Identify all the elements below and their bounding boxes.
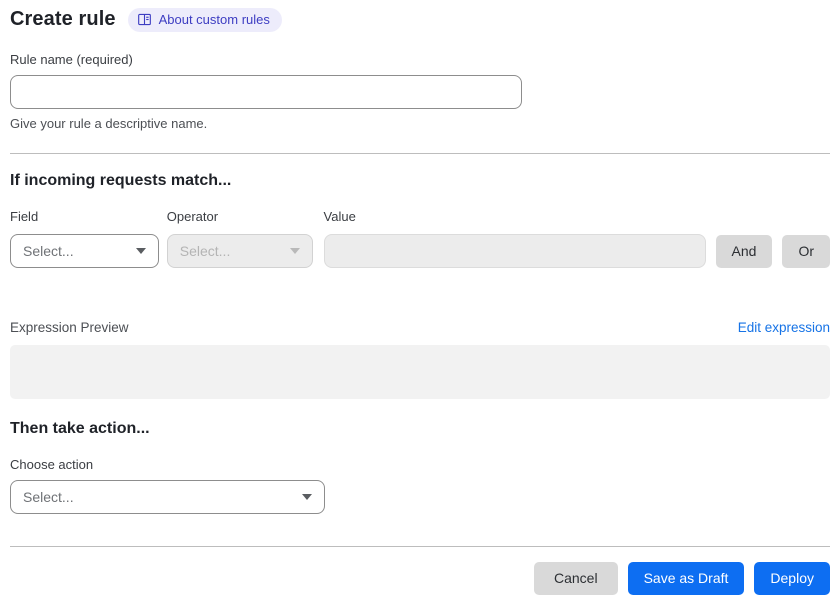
field-select-value: Select...: [23, 242, 74, 259]
footer-actions: Cancel Save as Draft Deploy: [10, 561, 830, 595]
page-title: Create rule: [10, 8, 116, 31]
section-divider: [10, 152, 830, 154]
expression-preview-label: Expression Preview: [10, 319, 129, 335]
choose-action-select[interactable]: Select...: [10, 479, 325, 514]
create-rule-page: Create rule About custom rules Rule name…: [0, 0, 839, 597]
value-group: Value: [323, 208, 706, 268]
expression-preview-box: [10, 344, 830, 399]
cancel-button[interactable]: Cancel: [533, 561, 618, 595]
value-label: Value: [323, 208, 356, 224]
condition-row: Field Select... Operator Select... Value…: [10, 209, 830, 268]
deploy-button[interactable]: Deploy: [754, 561, 830, 595]
about-badge-label: About custom rules: [158, 12, 270, 27]
operator-select-value: Select...: [179, 242, 231, 259]
edit-expression-link[interactable]: Edit expression: [738, 320, 830, 335]
field-select[interactable]: Select...: [10, 233, 159, 268]
operator-label: Operator: [166, 208, 219, 224]
choose-action-value: Select...: [23, 488, 74, 505]
about-custom-rules-link[interactable]: About custom rules: [127, 8, 282, 32]
rule-name-input[interactable]: [10, 74, 522, 109]
save-as-draft-button[interactable]: Save as Draft: [627, 561, 745, 595]
operator-group: Operator Select...: [166, 208, 313, 268]
field-label: Field: [10, 208, 39, 224]
rule-name-helper: Give your rule a descriptive name.: [10, 115, 208, 131]
rule-name-label: Rule name (required): [10, 51, 133, 67]
book-icon: [137, 12, 152, 27]
match-section-heading: If incoming requests match...: [10, 171, 232, 189]
or-button[interactable]: Or: [782, 234, 830, 268]
page-header: Create rule About custom rules: [10, 8, 830, 32]
and-button[interactable]: And: [715, 234, 773, 268]
chevron-down-icon: [289, 247, 300, 254]
footer-divider: [10, 545, 830, 547]
choose-action-label: Choose action: [10, 456, 94, 472]
value-input[interactable]: [323, 233, 706, 268]
chevron-down-icon: [302, 493, 312, 500]
field-group: Field Select...: [10, 209, 159, 268]
operator-select[interactable]: Select...: [166, 233, 313, 268]
expression-header: Expression Preview Edit expression: [10, 320, 830, 335]
action-section-heading: Then take action...: [10, 419, 150, 437]
chevron-down-icon: [135, 247, 146, 254]
